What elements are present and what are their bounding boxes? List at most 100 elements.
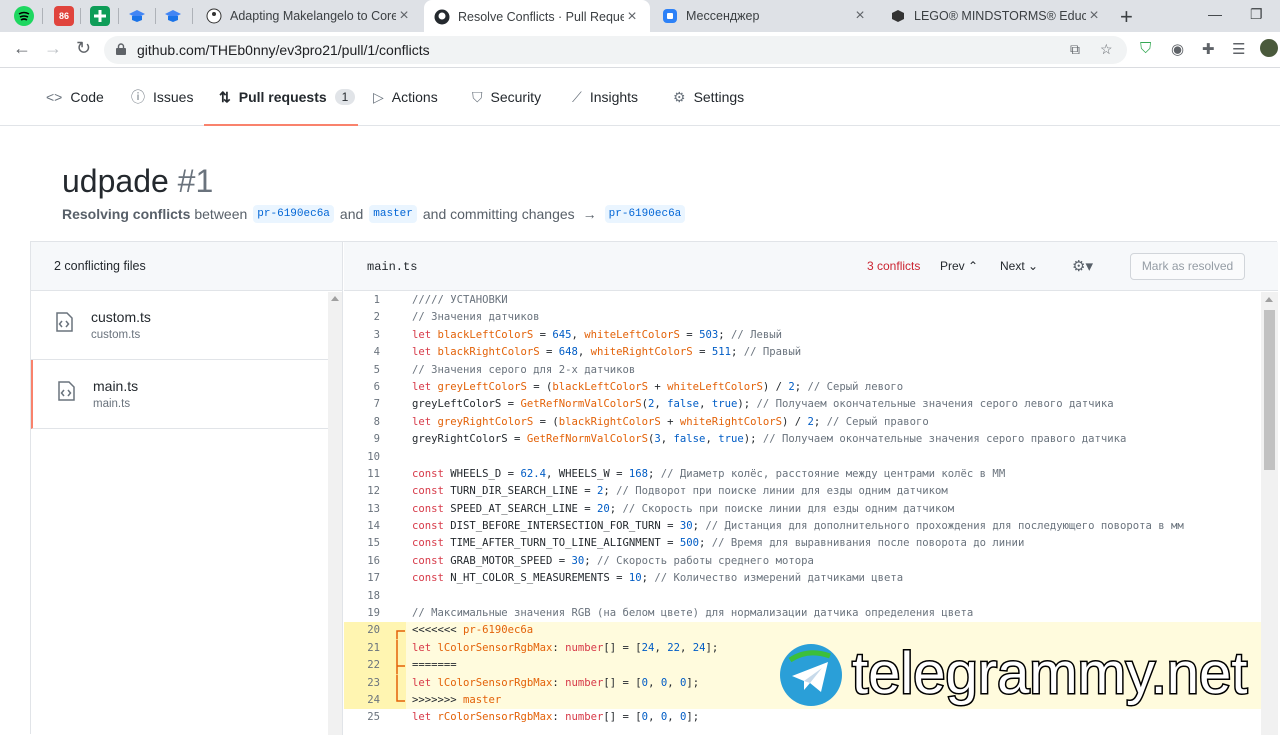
avatar[interactable] bbox=[1260, 39, 1278, 57]
conflict-file-list: 2 conflicting files custom.ts custom.ts … bbox=[31, 242, 343, 735]
line-number: 6 bbox=[373, 380, 380, 393]
target-branch-label[interactable]: pr-6190ec6a bbox=[604, 205, 686, 223]
tab-security[interactable]: ⛉ Security bbox=[472, 68, 541, 126]
code-line[interactable]: 18 bbox=[344, 588, 1261, 605]
scrollbar-thumb[interactable] bbox=[1264, 310, 1275, 470]
browser-tab[interactable]: Adapting Makelangelo to CoreX × bbox=[196, 0, 422, 32]
file-item-custom[interactable]: custom.ts custom.ts bbox=[31, 291, 342, 360]
code-line[interactable]: 16 const GRAB_MOTOR_SPEED = 30; // Скорос… bbox=[344, 553, 1261, 570]
spotify-icon[interactable] bbox=[14, 6, 34, 26]
classroom-cap-icon[interactable] bbox=[163, 6, 183, 26]
code-line[interactable]: 9 greyRightColorS = GetRefNormValColorS(3… bbox=[344, 431, 1261, 448]
code-line[interactable]: 4 let blackRightColorS = 648, whiteRightC… bbox=[344, 344, 1261, 361]
file-code-icon bbox=[58, 381, 75, 401]
code-text: let greyLeftColorS = (blackLeftColorS + … bbox=[412, 380, 904, 393]
code-line[interactable]: 3 let blackLeftColorS = 645, whiteLeftCol… bbox=[344, 327, 1261, 344]
close-tab-icon[interactable]: × bbox=[624, 8, 640, 26]
reload-icon[interactable]: ↻ bbox=[76, 38, 91, 59]
new-tab-icon[interactable]: + bbox=[1120, 4, 1133, 30]
lego-icon bbox=[890, 8, 906, 24]
line-number: 15 bbox=[367, 537, 380, 550]
restore-icon[interactable]: ❐ bbox=[1250, 6, 1263, 23]
code-line[interactable]: 24 >>>>>>> master bbox=[344, 691, 1261, 710]
resolving-subtitle: Resolving conflicts between pr-6190ec6a … bbox=[62, 205, 691, 223]
code-line[interactable]: 21 let lColorSensorRgbMax: number[] = [24… bbox=[344, 639, 1261, 658]
code-line[interactable]: 22 ======= bbox=[344, 657, 1261, 675]
instructables-icon bbox=[206, 8, 222, 24]
shield-extension-icon[interactable]: ⛉ bbox=[1140, 40, 1151, 57]
conflict-count: 3 conflicts bbox=[867, 259, 921, 273]
code-line[interactable]: 19 // Максимальные значения RGB (на белом… bbox=[344, 605, 1261, 622]
code-line[interactable]: 20 <<<<<<< pr-6190ec6a bbox=[344, 622, 1261, 640]
code-line[interactable]: 6 let greyLeftColorS = (blackLeftColorS +… bbox=[344, 379, 1261, 396]
mark-as-resolved-button[interactable]: Mark as resolved bbox=[1130, 253, 1245, 280]
tab-issues[interactable]: ⓘ Issues bbox=[131, 68, 193, 126]
browser-tab-active[interactable]: Resolve Conflicts · Pull Request # × bbox=[424, 0, 650, 34]
reading-list-icon[interactable]: ☰ bbox=[1232, 40, 1245, 58]
base-branch-label[interactable]: master bbox=[369, 205, 417, 223]
prev-conflict-button[interactable]: Prev ⌃ bbox=[940, 259, 978, 273]
sidebar-scrollbar[interactable] bbox=[328, 292, 342, 735]
line-number: 8 bbox=[373, 415, 380, 428]
code-text: const TIME_AFTER_TURN_TO_LINE_ALIGNMENT … bbox=[412, 537, 1025, 550]
line-number: 4 bbox=[373, 346, 380, 359]
code-line[interactable]: 17 const N_HT_COLOR_S_MEASUREMENTS = 10; … bbox=[344, 570, 1261, 587]
tab-actions[interactable]: ▷ Actions bbox=[373, 68, 438, 126]
play-icon: ▷ bbox=[373, 88, 384, 105]
code-line[interactable]: 8 let greyRightColorS = (blackRightColorS… bbox=[344, 414, 1261, 431]
conflict-marker-bracket bbox=[396, 657, 405, 675]
code-line[interactable]: 13 const SPEED_AT_SEARCH_LINE = 20; // Ск… bbox=[344, 501, 1261, 518]
address-bar[interactable]: github.com/THEb0nny/ev3pro21/pull/1/conf… bbox=[104, 36, 1127, 64]
code-line[interactable]: 12 const TURN_DIR_SEARCH_LINE = 2; // Под… bbox=[344, 483, 1261, 500]
tab-settings[interactable]: ⚙ Settings bbox=[673, 68, 744, 126]
scroll-up-icon[interactable] bbox=[1265, 297, 1273, 302]
tab-pull-requests[interactable]: ⇅ Pull requests 1 bbox=[219, 68, 356, 126]
close-tab-icon[interactable]: × bbox=[852, 7, 868, 25]
code-text: const SPEED_AT_SEARCH_LINE = 20; // Скор… bbox=[412, 502, 955, 515]
code-line[interactable]: 5 // Значения серого для 2-х датчиков bbox=[344, 362, 1261, 379]
next-conflict-button[interactable]: Next ⌄ bbox=[1000, 259, 1038, 273]
code-line[interactable]: 1 ///// УСТАНОВКИ bbox=[344, 292, 1261, 309]
browser-tab[interactable]: LEGO® MINDSTORMS® Educati × bbox=[880, 0, 1112, 32]
code-line[interactable]: 2 // Значения датчиков bbox=[344, 309, 1261, 326]
editor-scrollbar[interactable] bbox=[1261, 292, 1278, 735]
classroom-cap-icon[interactable] bbox=[127, 6, 147, 26]
sheets-add-icon[interactable] bbox=[90, 6, 110, 26]
code-editor[interactable]: 1 ///// УСТАНОВКИ 2 // Значения датчиков 3 le… bbox=[344, 292, 1261, 735]
pull-request-icon: ⇅ bbox=[219, 88, 231, 105]
issue-icon: ⓘ bbox=[131, 89, 145, 105]
code-line[interactable]: 15 const TIME_AFTER_TURN_TO_LINE_ALIGNMEN… bbox=[344, 535, 1261, 552]
close-tab-icon[interactable]: × bbox=[396, 7, 412, 25]
gear-icon: ⚙ bbox=[673, 88, 686, 105]
conflict-marker-bracket bbox=[396, 630, 405, 640]
forward-icon[interactable]: → bbox=[44, 38, 62, 59]
editor-settings-gear-icon[interactable]: ⚙▾ bbox=[1072, 257, 1093, 275]
pull-requests-count: 1 bbox=[334, 89, 356, 105]
tab-code[interactable]: <> Code bbox=[46, 68, 104, 126]
line-number: 16 bbox=[367, 554, 380, 567]
editor-header: main.ts 3 conflicts Prev ⌃ Next ⌄ ⚙▾ Mar… bbox=[344, 242, 1278, 291]
code-line[interactable]: 11 const WHEELS_D = 62.4, WHEELS_W = 168;… bbox=[344, 466, 1261, 483]
file-item-main[interactable]: main.ts main.ts bbox=[31, 360, 342, 429]
back-icon[interactable]: ← bbox=[13, 38, 31, 59]
bookmark-star-icon[interactable]: ☆ bbox=[1100, 41, 1113, 58]
extensions-puzzle-icon[interactable]: ✚ bbox=[1202, 40, 1215, 58]
pr-title: udpade bbox=[62, 163, 169, 199]
close-tab-icon[interactable]: × bbox=[1086, 7, 1102, 25]
code-text: let lColorSensorRgbMax: number[] = [0, 0… bbox=[412, 676, 700, 689]
code-line[interactable]: 10 bbox=[344, 449, 1261, 466]
selected-tab-underline bbox=[204, 124, 358, 126]
conflict-editor: 2 conflicting files custom.ts custom.ts … bbox=[30, 241, 1278, 735]
translate-icon[interactable]: ⧉ bbox=[1070, 41, 1080, 58]
extension-face-icon[interactable]: ◉ bbox=[1171, 40, 1184, 58]
calendar-badge-icon[interactable]: 86 bbox=[54, 6, 74, 26]
code-line[interactable]: 14 const DIST_BEFORE_INTERSECTION_FOR_TUR… bbox=[344, 518, 1261, 535]
minimize-icon[interactable]: — bbox=[1208, 6, 1222, 22]
code-line[interactable]: 23 let lColorSensorRgbMax: number[] = [0,… bbox=[344, 674, 1261, 692]
code-line[interactable]: 25 let rColorSensorRgbMax: number[] = [0,… bbox=[344, 709, 1261, 726]
code-line[interactable]: 7 greyLeftColorS = GetRefNormValColorS(2,… bbox=[344, 396, 1261, 413]
tab-insights[interactable]: ⟋ Insights bbox=[572, 68, 638, 126]
line-number: 25 bbox=[367, 711, 380, 724]
browser-tab[interactable]: Мессенджер × bbox=[652, 0, 878, 32]
head-branch-label[interactable]: pr-6190ec6a bbox=[253, 205, 334, 223]
